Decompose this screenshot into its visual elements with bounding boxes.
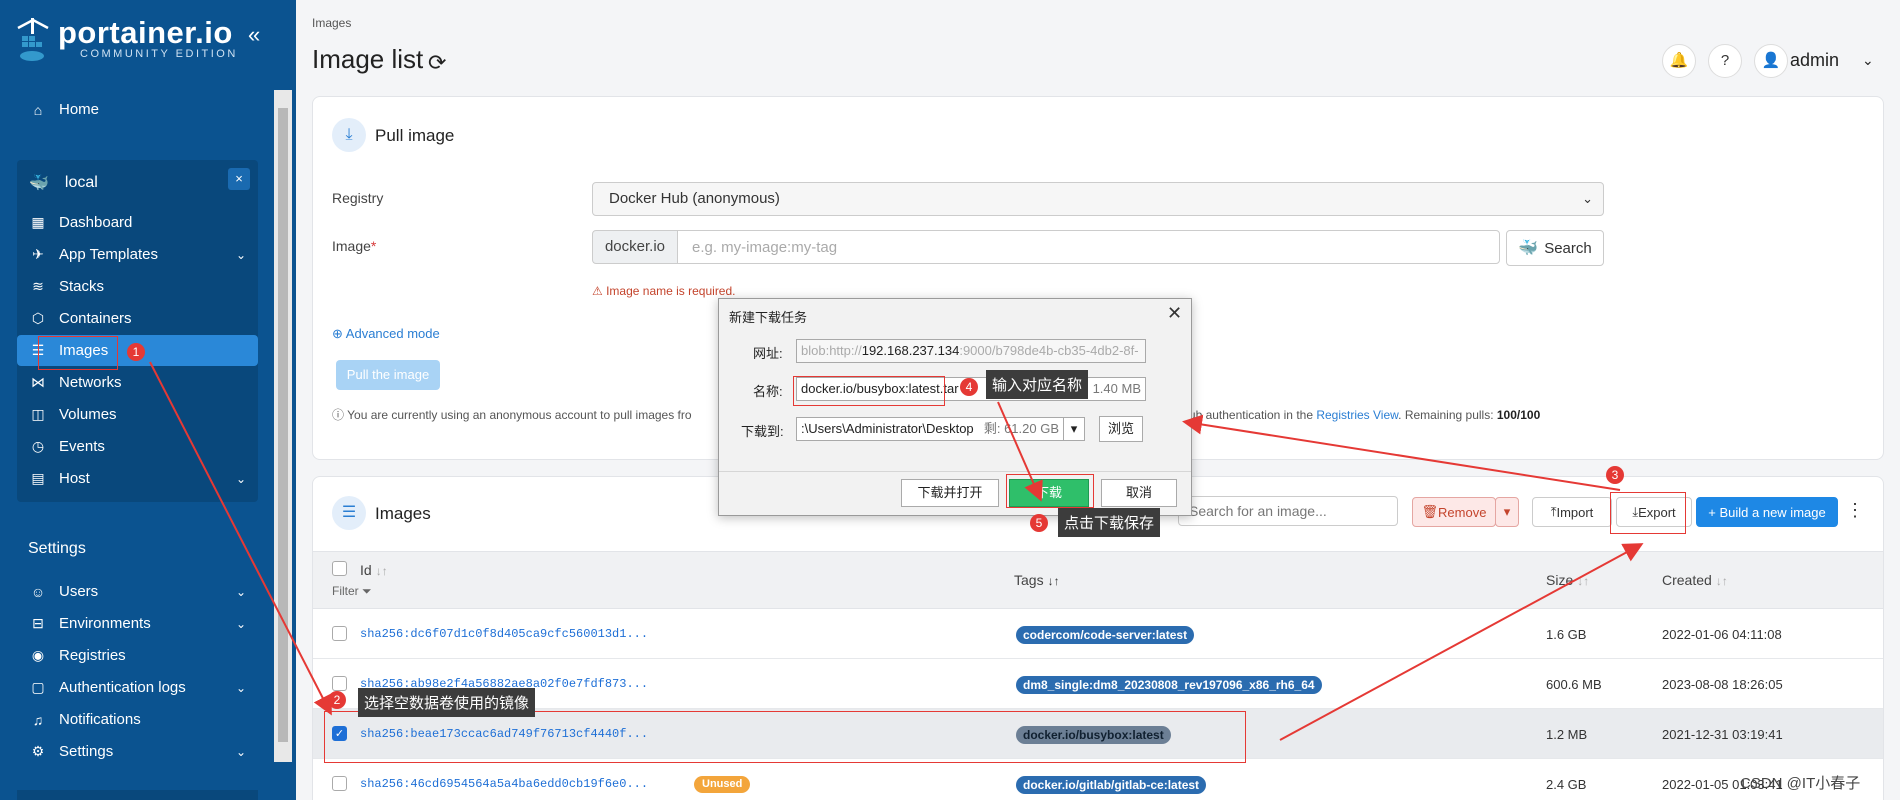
highlight-selected-row <box>324 711 1246 763</box>
arrow-export-to-dialog <box>1182 414 1621 491</box>
watermark: CSDN @IT小春子 <box>1740 775 1861 792</box>
highlight-filename <box>793 376 945 406</box>
step-badge-2: 2 <box>328 691 346 709</box>
step-callout-2: 选择空数据卷使用的镜像 <box>358 688 536 717</box>
step-callout-4: 输入对应名称 <box>986 370 1089 399</box>
highlight-download-button <box>1006 474 1094 508</box>
step-badge-3: 3 <box>1606 466 1624 484</box>
step-badge-4: 4 <box>960 378 978 396</box>
step-badge-5: 5 <box>1030 514 1048 532</box>
step-callout-5: 点击下载保存 <box>1058 508 1161 537</box>
arrow-selected-row-to-export <box>1279 543 1644 741</box>
highlight-images-nav <box>38 336 118 370</box>
step-badge-1: 1 <box>127 343 145 361</box>
highlight-export-button <box>1610 492 1686 534</box>
annotation-arrows <box>149 361 1644 741</box>
arrow-step1-to-step2 <box>149 361 332 716</box>
